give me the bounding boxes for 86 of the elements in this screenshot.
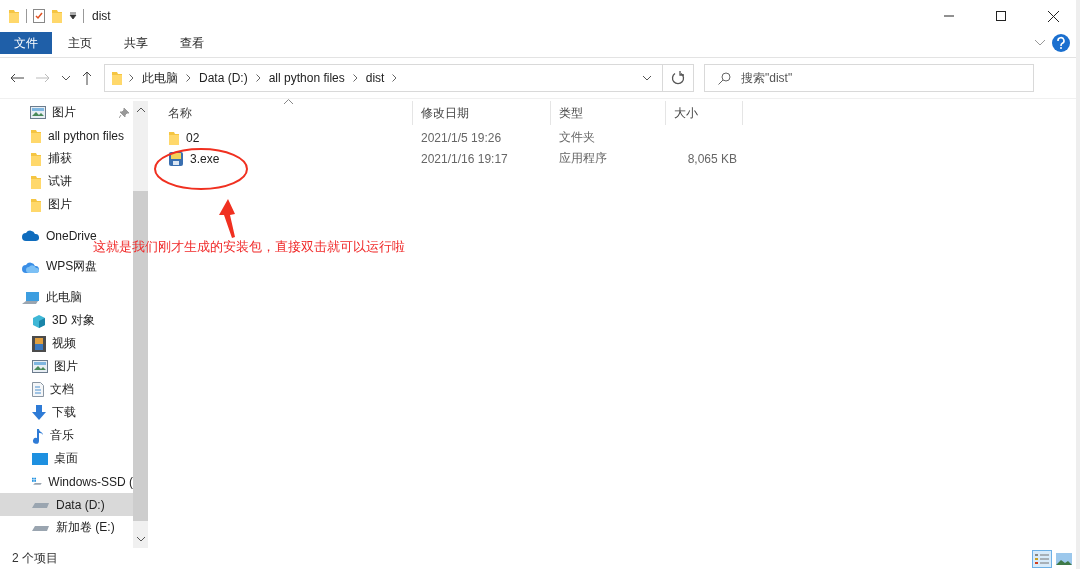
- chevron-right-icon[interactable]: [129, 74, 134, 82]
- ribbon-tab[interactable]: 主页: [52, 32, 108, 54]
- folder-icon: [30, 150, 42, 167]
- column-header[interactable]: 类型: [551, 101, 666, 125]
- pin-icon[interactable]: [119, 107, 129, 118]
- refresh-icon[interactable]: [671, 71, 685, 85]
- document-icon: [32, 382, 44, 397]
- date-cell-text: 2021/1/5 19:26: [420, 130, 503, 145]
- arrow-drawing: [219, 199, 235, 238]
- folder-icon: [30, 173, 42, 190]
- sidebar-item[interactable]: 试讲: [0, 170, 133, 193]
- ribbon-tab[interactable]: 查看: [164, 32, 220, 54]
- annotation-text: 这就是我们刚才生成的安装包，直接双击就可以运行啦: [93, 239, 405, 256]
- folder-icon: [168, 129, 180, 146]
- sidebar-item[interactable]: 视频: [0, 332, 133, 355]
- chevron-right-icon[interactable]: [392, 74, 398, 82]
- search-icon: [718, 72, 731, 85]
- drive-icon: [32, 501, 50, 508]
- cube-icon: [32, 313, 46, 328]
- sidebar-item[interactable]: 下载: [0, 401, 133, 424]
- music-note-icon: [32, 427, 44, 444]
- folder-icon: [111, 70, 123, 86]
- breadcrumb[interactable]: Data (D:): [197, 71, 250, 85]
- scroll-up-icon[interactable]: [136, 107, 145, 113]
- sidebar-item[interactable]: 捕获: [0, 147, 133, 170]
- up-arrow-icon[interactable]: [82, 71, 92, 85]
- sidebar-item[interactable]: WPS网盘: [0, 255, 133, 278]
- sidebar-item[interactable]: 图片: [0, 101, 133, 124]
- sidebar-item[interactable]: all python files: [0, 124, 133, 147]
- dropdown-icon[interactable]: [69, 12, 77, 20]
- chevron-down-icon[interactable]: [62, 75, 70, 81]
- window-title: dist: [92, 9, 111, 23]
- sidebar-item[interactable]: Windows-SSD (: [0, 470, 133, 493]
- landscape-icon: [1056, 552, 1072, 565]
- list-icon: [1035, 552, 1049, 565]
- sidebar-item[interactable]: 图片: [0, 193, 133, 216]
- sidebar-item[interactable]: 新加卷 (E:): [0, 516, 133, 539]
- drive-icon: [32, 524, 50, 531]
- film-icon: [32, 335, 46, 352]
- maximize-icon[interactable]: [996, 11, 1006, 21]
- chevron-down-icon[interactable]: [642, 75, 652, 81]
- column-header[interactable]: 修改日期: [413, 101, 551, 125]
- chevron-right-icon[interactable]: [255, 74, 261, 82]
- cloud-icon: [22, 230, 40, 241]
- sidebar-item[interactable]: 音乐: [0, 424, 133, 447]
- ribbon-tab[interactable]: 共享: [108, 32, 164, 54]
- folder-icon: [51, 8, 63, 24]
- folder-icon: [30, 127, 42, 144]
- chevron-right-icon[interactable]: [186, 74, 191, 82]
- sidebar-item[interactable]: 3D 对象: [0, 309, 133, 332]
- scroll-down-icon[interactable]: [136, 536, 145, 542]
- file-name[interactable]: 3.exe: [160, 150, 413, 167]
- address-bar[interactable]: 此电脑 Data (D:) all python files dist: [104, 64, 694, 92]
- folder-icon: [8, 8, 20, 24]
- cloud-icon: [22, 260, 40, 273]
- picture-icon: [32, 360, 48, 373]
- breadcrumb[interactable]: 此电脑: [140, 69, 180, 87]
- picture-icon: [30, 106, 46, 119]
- file-name[interactable]: 02: [160, 129, 413, 146]
- sidebar-item[interactable]: 文档: [0, 378, 133, 401]
- computer-icon: [22, 290, 40, 305]
- column-header[interactable]: 名称: [160, 101, 413, 125]
- download-arrow-icon: [32, 405, 46, 420]
- breadcrumb[interactable]: dist: [363, 71, 387, 85]
- item-count: 2 个项目: [12, 550, 58, 567]
- size-cell-text: 8,065 KB: [686, 151, 738, 166]
- back-arrow-icon[interactable]: [10, 73, 24, 83]
- search-field[interactable]: 搜索"dist": [704, 64, 1034, 92]
- sidebar-item[interactable]: 图片: [0, 355, 133, 378]
- desktop-icon: [32, 452, 48, 465]
- folder-icon: [30, 196, 42, 213]
- checkbox-icon[interactable]: [33, 9, 45, 23]
- column-header[interactable]: 大小: [666, 101, 743, 125]
- sidebar-item[interactable]: Data (D:): [0, 493, 133, 516]
- windows-drive-icon: [32, 475, 43, 488]
- type-cell-text: 文件夹: [558, 129, 596, 146]
- help-icon[interactable]: [1052, 34, 1070, 52]
- chevron-right-icon[interactable]: [352, 74, 358, 82]
- sidebar-item[interactable]: 桌面: [0, 447, 133, 470]
- breadcrumb[interactable]: all python files: [266, 71, 347, 85]
- details-view-button[interactable]: [1032, 549, 1052, 568]
- date-cell-text: 2021/1/16 19:17: [420, 151, 509, 166]
- sidebar-item[interactable]: 此电脑: [0, 286, 133, 309]
- type-cell-text: 应用程序: [558, 150, 608, 167]
- close-icon[interactable]: [1047, 10, 1059, 22]
- ribbon-tab[interactable]: 文件: [0, 32, 52, 54]
